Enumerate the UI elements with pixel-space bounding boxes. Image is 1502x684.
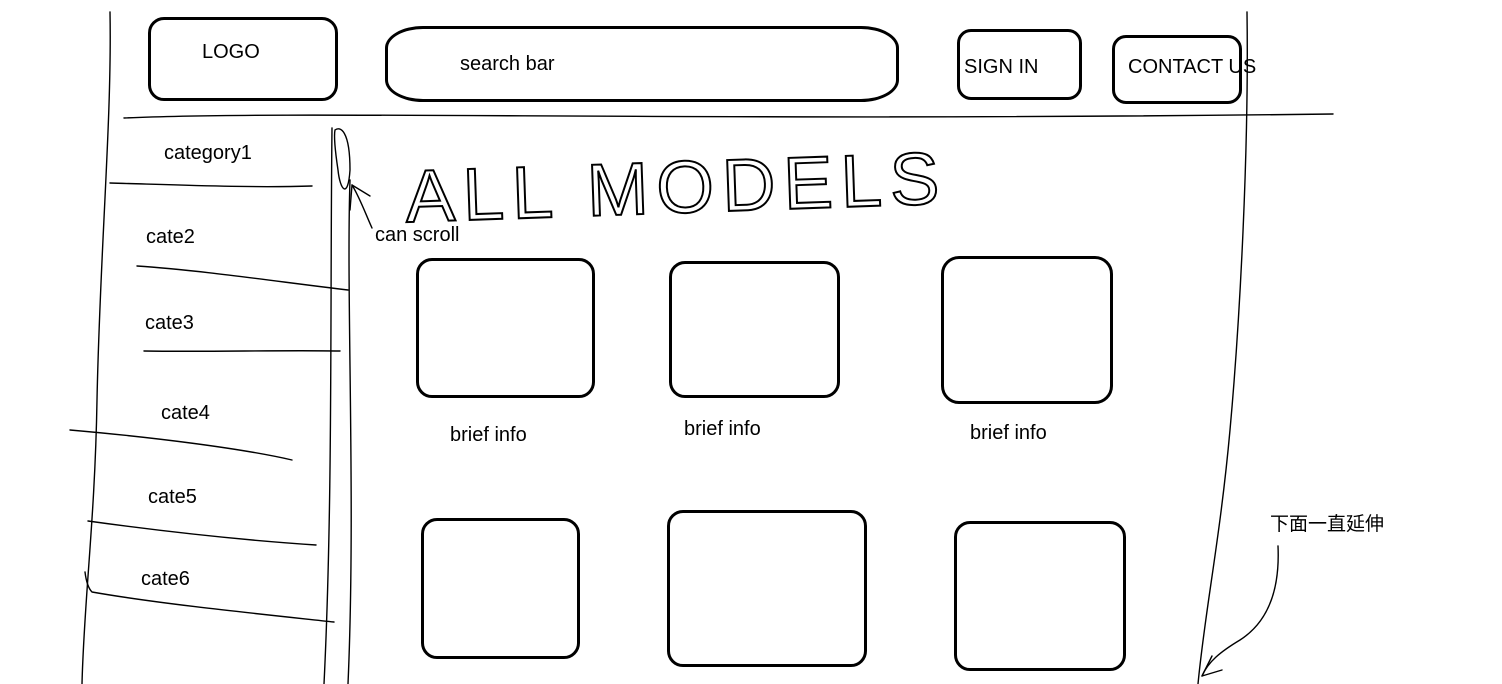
contact-us-label: CONTACT US — [1128, 56, 1257, 78]
model-card-2[interactable] — [669, 261, 840, 398]
card-caption-2: brief info — [684, 418, 761, 440]
sidebar-item-cate5[interactable]: cate5 — [148, 485, 197, 509]
card-caption-1: brief info — [450, 424, 527, 446]
sidebar-item-cate3[interactable]: cate3 — [145, 311, 194, 335]
model-card-1[interactable] — [416, 258, 595, 398]
sidebar-item-cate6[interactable]: cate6 — [141, 567, 190, 591]
model-card-4[interactable] — [421, 518, 580, 659]
sidebar-item-cate2[interactable]: cate2 — [146, 225, 195, 249]
card-caption-3: brief info — [970, 422, 1047, 444]
model-card-5[interactable] — [667, 510, 867, 667]
scroll-note: can scroll — [375, 224, 460, 246]
model-card-6[interactable] — [954, 521, 1126, 671]
model-card-3[interactable] — [941, 256, 1113, 404]
sign-in-label: SIGN IN — [964, 56, 1039, 78]
extends-down-note: 下面一直延伸 — [1270, 513, 1385, 535]
sidebar-item-cate4[interactable]: cate4 — [161, 401, 210, 425]
page-title: ALL MODELS — [404, 136, 949, 238]
sidebar-item-category1[interactable]: category1 — [164, 141, 252, 165]
search-placeholder: search bar — [460, 53, 555, 75]
logo-label: LOGO — [202, 41, 260, 63]
